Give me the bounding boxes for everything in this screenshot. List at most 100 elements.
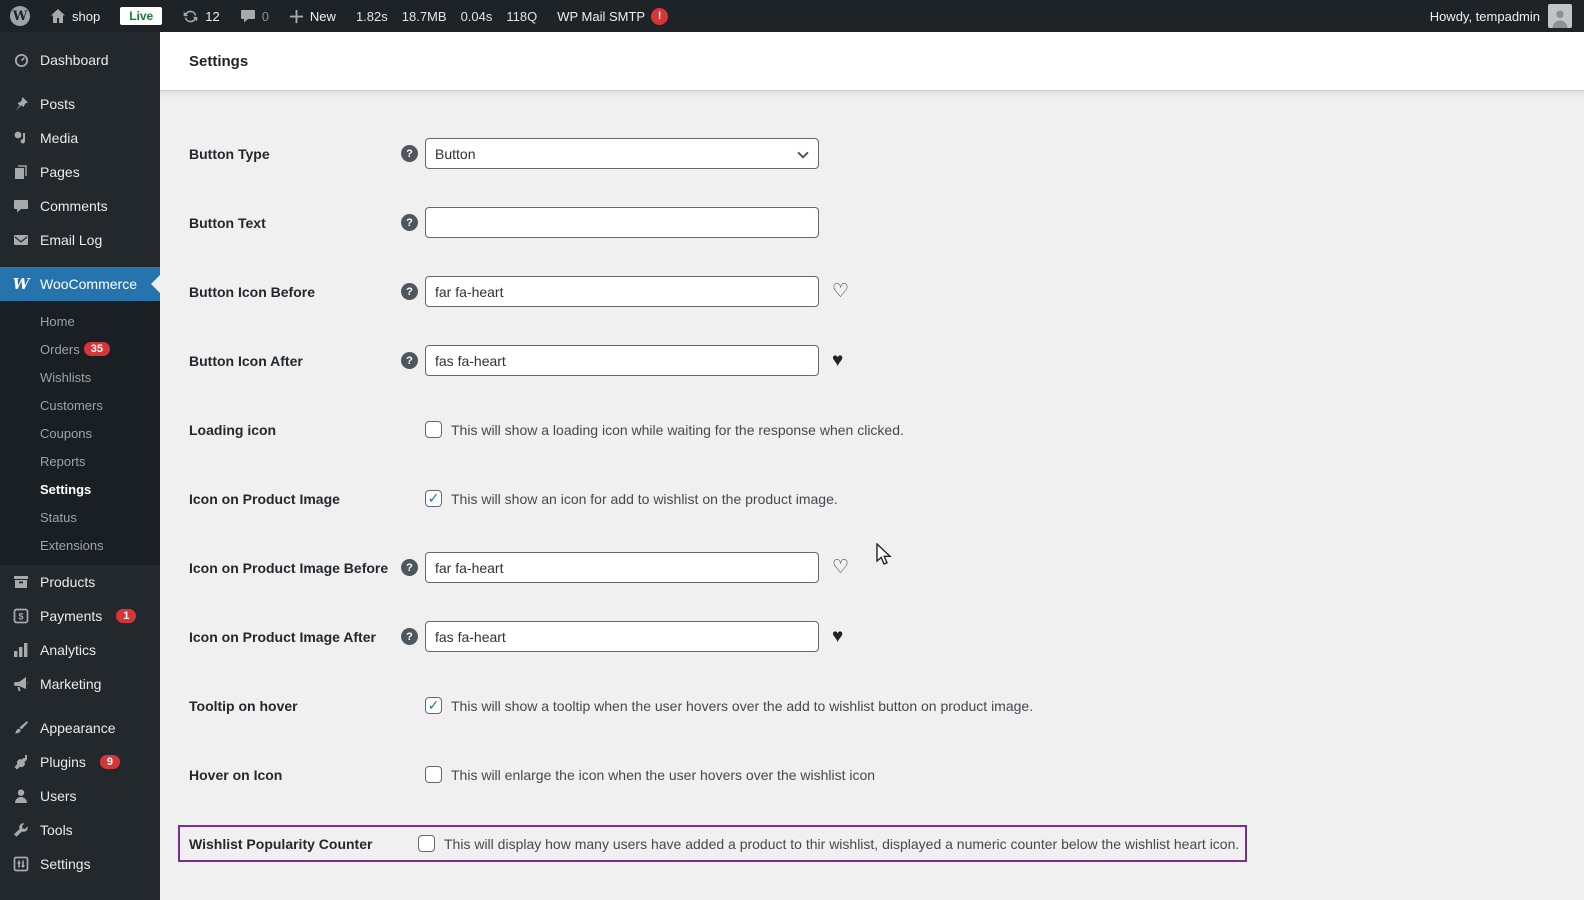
sidebar-item-pages[interactable]: Pages [0, 155, 160, 189]
field-label: Icon on Product Image [189, 490, 340, 507]
highlighted-setting-box: Wishlist Popularity Counter This will di… [178, 825, 1248, 862]
field-label: Tooltip on hover [189, 697, 298, 714]
page-title: Settings [189, 52, 249, 70]
brush-icon [15, 721, 28, 734]
user-silhouette-icon [1552, 10, 1568, 28]
wishlist-popularity-counter-checkbox[interactable] [418, 835, 435, 852]
new-content-menu[interactable]: New [279, 0, 346, 32]
sidebar-item-comments[interactable]: Comments [0, 189, 160, 223]
field-description[interactable]: This will show a loading icon while wait… [451, 422, 904, 438]
sidebar-item-dashboard[interactable]: Dashboard [0, 32, 160, 77]
icon-on-product-image-checkbox[interactable]: ✓ [425, 490, 442, 507]
help-icon[interactable]: ? [401, 352, 418, 369]
button-text-input[interactable] [425, 207, 819, 238]
chevron-down-icon [797, 147, 809, 159]
sidebar-item-tools[interactable]: Tools [0, 813, 160, 847]
field-description[interactable]: This will show an icon for add to wishli… [451, 491, 838, 507]
field-label: Icon on Product Image After [189, 628, 376, 645]
performance-stats[interactable]: 1.82s 18.7MB 0.04s 118Q [346, 9, 547, 24]
sidebar-item-woocommerce[interactable]: W WooCommerce [0, 267, 160, 301]
live-indicator[interactable]: Live [110, 0, 172, 32]
icon-product-image-before-input[interactable] [425, 552, 819, 583]
smtp-alert-badge: ! [651, 7, 669, 25]
payments-count-badge: 1 [116, 609, 137, 623]
field-description[interactable]: This will display how many users have ad… [444, 836, 1239, 852]
submenu-item-orders[interactable]: Orders 35 [0, 335, 160, 363]
field-label: Button Icon Before [189, 283, 315, 300]
sidebar-item-settings[interactable]: Settings [0, 847, 160, 881]
comments-icon [14, 200, 28, 213]
sidebar-label: Tools [40, 822, 73, 838]
form-row-wishlist-popularity-counter: Wishlist Popularity Counter This will di… [160, 809, 1584, 878]
stat-memory: 18.7MB [401, 8, 447, 24]
submenu-item-home[interactable]: Home [0, 307, 160, 335]
sidebar-item-payments[interactable]: $ Payments 1 [0, 599, 160, 633]
checkmark-icon: ✓ [427, 696, 440, 713]
sidebar-label: Media [40, 130, 79, 146]
submenu-item-settings[interactable]: Settings [0, 475, 160, 503]
button-type-select[interactable]: Button [425, 138, 819, 169]
sidebar-label: Appearance [40, 720, 116, 736]
help-icon[interactable]: ? [401, 145, 418, 162]
sidebar-label: WooCommerce [40, 276, 137, 292]
pushpin-icon [16, 97, 28, 111]
sliders-icon [13, 856, 29, 872]
account-menu[interactable]: Howdy, tempadmin [1430, 4, 1584, 28]
sidebar-label: Dashboard [40, 52, 109, 68]
submenu-item-wishlists[interactable]: Wishlists [0, 363, 160, 391]
comments-menu[interactable]: 0 [230, 0, 279, 32]
current-menu-arrow [151, 275, 160, 293]
heart-solid-icon: ♥ [832, 350, 844, 371]
field-label: Button Text [189, 214, 266, 231]
wp-mail-smtp-menu[interactable]: WP Mail SMTP ! [547, 0, 678, 32]
plugins-count-badge: 9 [99, 755, 121, 769]
hover-on-icon-checkbox[interactable] [425, 766, 442, 783]
checkmark-icon: ✓ [427, 489, 440, 506]
main-content: Settings Button Type ? Button Button Tex… [160, 32, 1584, 900]
sidebar-item-appearance[interactable]: Appearance [0, 711, 160, 745]
user-icon [15, 789, 27, 803]
wordpress-logo-menu[interactable]: W [0, 0, 40, 32]
submenu-item-status[interactable]: Status [0, 503, 160, 531]
button-icon-after-input[interactable] [425, 345, 819, 376]
loading-icon-checkbox[interactable] [425, 421, 442, 438]
sidebar-item-media[interactable]: Media [0, 121, 160, 155]
sidebar-label: Posts [40, 96, 76, 112]
submenu-item-extensions[interactable]: Extensions [0, 531, 160, 559]
comments-count: 0 [261, 8, 269, 24]
sidebar-item-plugins[interactable]: Plugins 9 [0, 745, 160, 779]
sidebar-item-posts[interactable]: Posts [0, 87, 160, 121]
sidebar-item-email-log[interactable]: Email Log [0, 223, 160, 257]
help-icon[interactable]: ? [401, 628, 418, 645]
sidebar-item-users[interactable]: Users [0, 779, 160, 813]
woocommerce-icon: W [12, 275, 30, 293]
sidebar-label: Marketing [40, 676, 102, 692]
dashboard-icon [14, 53, 28, 67]
heart-outline-icon: ♡ [832, 281, 850, 302]
field-description[interactable]: This will show a tooltip when the user h… [451, 698, 1033, 714]
submenu-item-reports[interactable]: Reports [0, 447, 160, 475]
help-icon[interactable]: ? [401, 214, 418, 231]
sidebar-item-marketing[interactable]: Marketing [0, 667, 160, 701]
tooltip-on-hover-checkbox[interactable]: ✓ [425, 697, 442, 714]
sidebar-item-products[interactable]: Products [0, 565, 160, 599]
form-row-icon-product-image-before: Icon on Product Image Before ? ♡ [160, 533, 1584, 602]
help-icon[interactable]: ? [401, 283, 418, 300]
new-label: New [309, 8, 336, 24]
wordpress-logo-icon: W [10, 6, 30, 26]
submenu-item-customers[interactable]: Customers [0, 391, 160, 419]
submenu-item-coupons[interactable]: Coupons [0, 419, 160, 447]
field-label: Loading icon [189, 421, 277, 438]
sidebar-label: Payments [40, 608, 103, 624]
field-description[interactable]: This will enlarge the icon when the user… [451, 767, 875, 783]
help-icon[interactable]: ? [401, 559, 418, 576]
icon-product-image-after-input[interactable] [425, 621, 819, 652]
sidebar-label: Products [40, 574, 96, 590]
updates-menu[interactable]: 12 [172, 0, 229, 32]
button-icon-before-input[interactable] [425, 276, 819, 307]
heart-solid-icon: ♥ [832, 626, 844, 647]
form-row-icon-product-image-after: Icon on Product Image After ? ♥ [160, 602, 1584, 671]
sidebar-item-analytics[interactable]: Analytics [0, 633, 160, 667]
field-label: Button Type [189, 145, 270, 162]
site-name-link[interactable]: shop [40, 0, 110, 32]
